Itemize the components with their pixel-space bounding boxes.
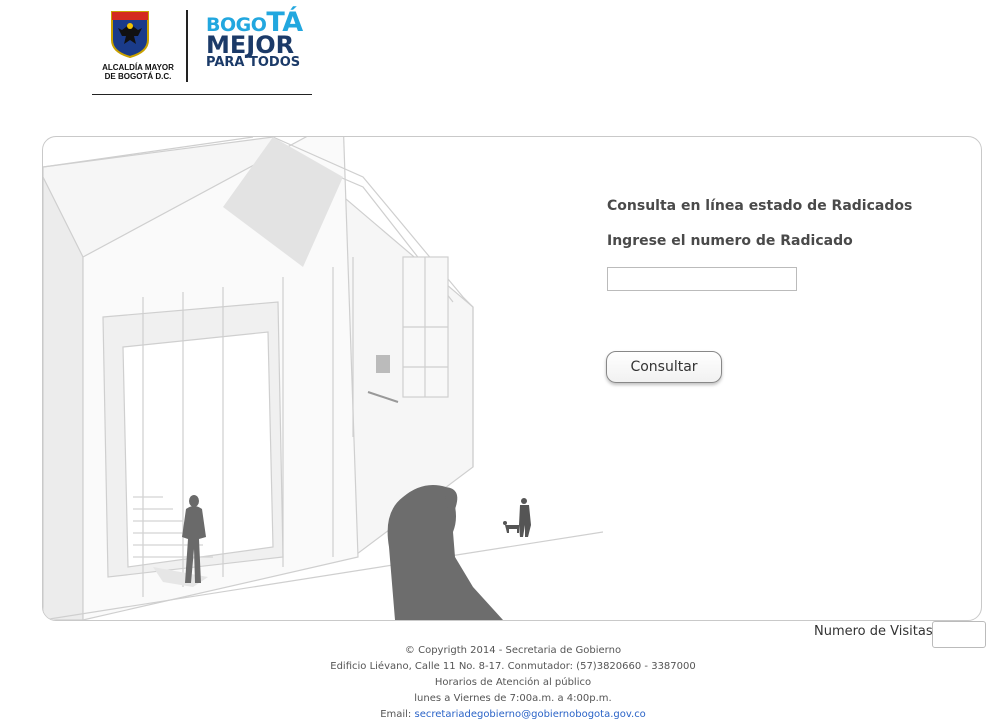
alcaldia-label: ALCALDÍA MAYOR DE BOGOTÁ D.C. [102, 63, 174, 81]
footer: © Copyrigth 2014 - Secretaria de Gobiern… [0, 643, 1006, 723]
footer-address: Edificio Liévano, Calle 11 No. 8-17. Con… [330, 661, 696, 672]
form-title: Consulta en línea estado de Radicados [607, 198, 913, 214]
building-illustration [43, 137, 603, 620]
main-panel: Consulta en línea estado de Radicados In… [42, 136, 982, 621]
footer-email-row: Email: secretariadegobierno@gobiernobogo… [20, 707, 1006, 723]
radicado-label: Ingrese el numero de Radicado [607, 233, 853, 249]
bogota-mejor-logo: BOGOTÁ MEJOR PARA TODOS [206, 9, 316, 70]
footer-email-label: Email: [380, 709, 412, 720]
footer-hours: lunes a Viernes de 7:00a.m. a 4:00p.m. [414, 693, 612, 704]
radicado-input[interactable] [607, 267, 797, 291]
consultar-button[interactable]: Consultar [606, 351, 722, 383]
brand-line3: PARA TODOS [206, 55, 301, 70]
footer-hours-title: Horarios de Atención al público [434, 677, 592, 688]
footer-email-link[interactable]: secretariadegobierno@gobiernobogota.gov.… [415, 709, 646, 720]
visits-label: Numero de Visitas: [814, 624, 937, 639]
logo-divider [186, 10, 188, 82]
bogota-coat-of-arms-icon [111, 11, 149, 58]
footer-copyright: © Copyrigth 2014 - Secretaria de Gobiern… [404, 645, 622, 656]
header-logo-block: ALCALDÍA MAYOR DE BOGOTÁ D.C. BOGOTÁ MEJ… [92, 8, 312, 95]
